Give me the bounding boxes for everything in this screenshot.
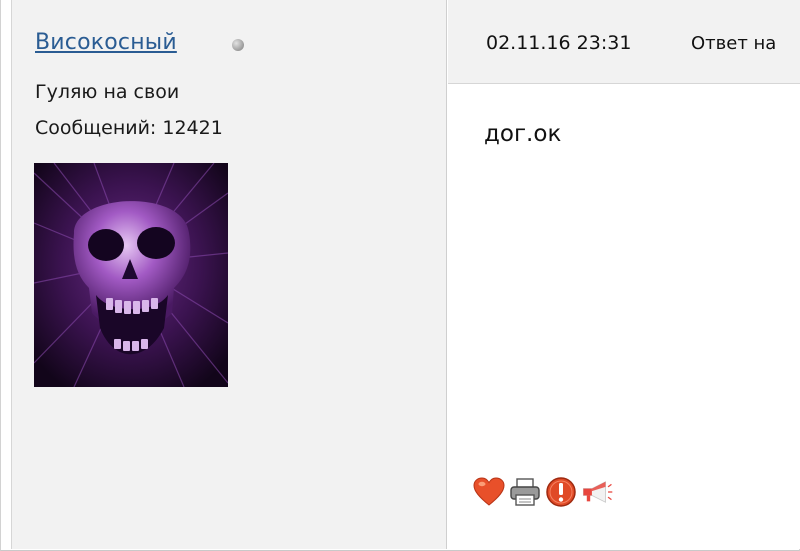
post-body-text: дог.ок xyxy=(484,121,562,147)
print-icon[interactable] xyxy=(508,474,542,510)
post-actions xyxy=(472,474,614,510)
post-header: 02.11.16 23:31 Ответ на xyxy=(448,0,800,84)
avatar[interactable] xyxy=(34,163,228,387)
offline-status-icon xyxy=(232,39,244,51)
post-date: 02.11.16 23:31 xyxy=(486,32,632,54)
author-message-count: Сообщений: 12421 xyxy=(35,117,223,139)
author-user-title: Гуляю на свои xyxy=(35,81,180,103)
heart-icon[interactable] xyxy=(472,474,506,510)
report-icon[interactable] xyxy=(544,474,578,510)
reply-to-link[interactable]: Ответ на xyxy=(691,33,776,54)
post-main: 02.11.16 23:31 Ответ на дог.ок xyxy=(448,0,800,549)
megaphone-icon[interactable] xyxy=(580,474,614,510)
author-sidebar: Високосный Гуляю на свои Сообщений: 1242… xyxy=(11,0,447,549)
forum-post: Високосный Гуляю на свои Сообщений: 1242… xyxy=(0,0,800,551)
author-username-link[interactable]: Високосный xyxy=(35,30,177,55)
skull-avatar-image xyxy=(34,163,228,387)
